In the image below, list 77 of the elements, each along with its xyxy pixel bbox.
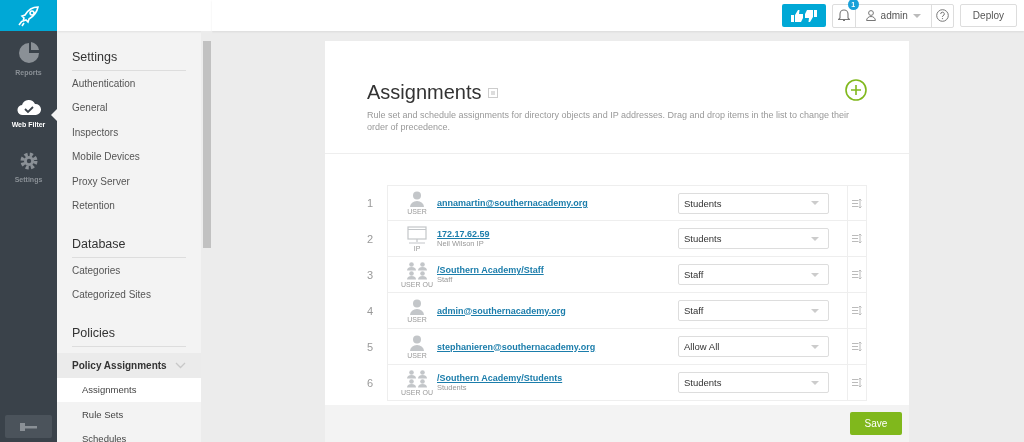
reorder-icon [852,378,862,387]
logo-tile[interactable] [0,0,57,31]
sidebar-item[interactable]: General [57,95,201,120]
sidebar-item[interactable]: Categorized Sites [57,282,201,307]
cloud-check-icon [16,98,41,116]
assignment-link[interactable]: annamartin@southernacademy.org [437,198,678,208]
user-icon [409,298,425,315]
rule-set-dropdown[interactable]: Students [678,372,829,393]
drag-handle[interactable] [848,221,867,257]
help-icon [935,9,949,22]
caret-icon [912,13,921,18]
caret-icon [811,308,819,313]
row-number: 6 [367,376,375,391]
caret-icon [811,236,819,241]
drag-handle[interactable] [848,185,867,221]
user-group-icon [406,369,428,388]
logout-button[interactable] [5,415,52,438]
reorder-icon [852,306,862,315]
key-icon [19,422,38,431]
section-heading: Database [72,237,186,258]
reorder-icon [852,342,862,351]
deploy-button[interactable]: Deploy [959,4,1017,27]
assignment-link[interactable]: /Southern Academy/Students [437,373,678,383]
assignment-link[interactable]: admin@southernacademy.org [437,305,678,316]
scrollbar[interactable] [201,31,212,442]
sidebar-item[interactable]: Categories [57,258,201,283]
rule-set-dropdown[interactable]: Students [678,192,829,214]
assignment-link[interactable]: /Southern Academy/Staff [437,265,678,275]
reorder-icon [852,270,862,279]
rocket-icon [16,3,41,28]
bell-icon [837,9,850,22]
sidebar-item[interactable]: Authentication [57,71,201,96]
help-icon[interactable] [487,87,498,98]
rule-set-dropdown[interactable]: Students [678,228,829,249]
sidebar-item[interactable]: Policy Assignments [57,353,201,378]
sidebar-item[interactable]: Proxy Server [57,169,201,194]
row-number: 5 [367,340,375,355]
sidebar-item[interactable]: Retention [57,193,201,218]
caret-icon [811,380,819,385]
thumbs-up-down-icon [790,9,817,22]
sidebar-item[interactable]: Mobile Devices [57,144,201,169]
rule-set-dropdown[interactable]: Allow All [678,336,829,357]
sidebar-item[interactable]: Inspectors [57,120,201,145]
sidebar-subitem[interactable]: Rule Sets [57,402,201,427]
row-number: 3 [367,268,375,283]
user-group-icon [406,261,428,280]
row-number: 1 [367,196,375,211]
page-title: Assignments [367,81,482,104]
reorder-icon [852,234,862,243]
drag-handle[interactable] [848,329,867,365]
row-number: 4 [367,304,375,319]
chevron-icon [175,361,186,369]
sidebar-subitem[interactable]: Assignments [57,377,201,402]
rule-set-dropdown[interactable]: Staff [678,264,829,285]
caret-icon [811,344,819,349]
drag-handle[interactable] [848,293,867,329]
reorder-icon [852,198,862,208]
rule-set-dropdown[interactable]: Staff [678,300,829,321]
add-icon[interactable] [845,78,867,101]
section-heading: Policies [72,326,186,347]
row-number: 2 [367,232,375,247]
caret-icon [811,201,819,205]
feedback-button[interactable] [781,4,826,27]
pie-chart-icon [17,42,40,64]
user-icon [409,334,425,351]
settings-icon [18,151,39,171]
sidebar-subitem[interactable]: Schedules [57,426,201,442]
user-icon [409,191,425,207]
drag-handle[interactable] [848,257,867,293]
caret-icon [811,272,819,277]
assignment-link[interactable]: 172.17.62.59 [437,229,678,239]
drag-handle[interactable] [848,365,867,401]
monitor-icon [407,225,427,244]
person-icon [865,10,876,21]
section-heading: Settings [72,50,186,71]
assignment-link[interactable]: stephanieren@southernacademy.org [437,341,678,352]
page-description: Rule set and schedule assignments for directory objects and IP addresses. Drag and drop items in the list to change their order of precedence. [367,109,851,133]
